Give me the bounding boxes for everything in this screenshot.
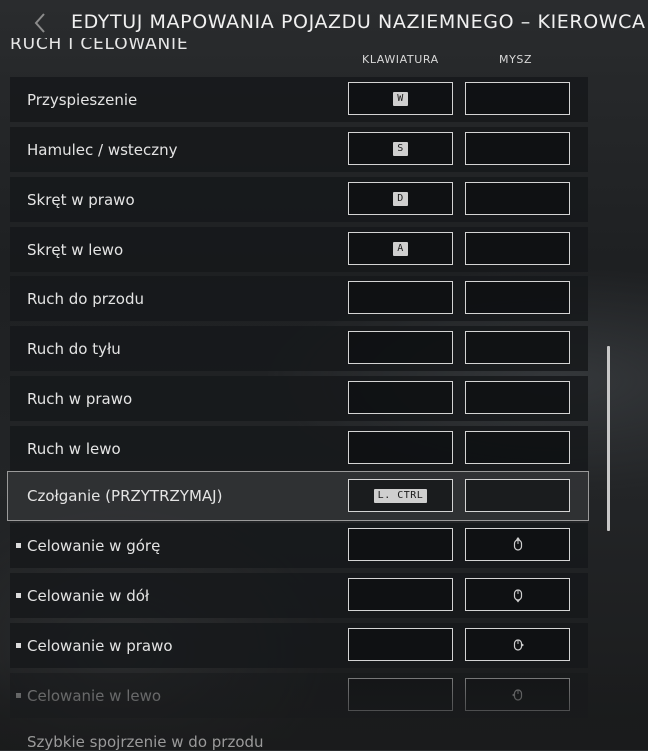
binding-label: Ruch w lewo — [27, 426, 121, 471]
mouse-binding-slot[interactable] — [465, 431, 570, 464]
binding-row[interactable]: Celowanie w górę — [10, 523, 588, 568]
mouse-binding-slot[interactable] — [465, 232, 570, 265]
binding-label-text: Skręt w lewo — [27, 240, 124, 259]
binding-label: Skręt w lewo — [27, 227, 123, 272]
keyboard-binding-slot[interactable] — [348, 431, 453, 464]
binding-row[interactable]: Skręt w lewo A — [10, 227, 588, 272]
binding-label-text: Hamulec / wsteczny — [27, 140, 178, 159]
mouse-binding-slot[interactable] — [465, 381, 570, 414]
binding-label-text: Ruch do tyłu — [27, 339, 121, 358]
binding-label: Przyspieszenie — [27, 77, 137, 122]
binding-label: Celowanie w górę — [16, 523, 161, 568]
keyboard-binding-slot[interactable]: L. CTRL — [348, 479, 453, 512]
mouse-binding-slot[interactable] — [465, 331, 570, 364]
binding-label: Hamulec / wsteczny — [27, 127, 178, 172]
binding-label: Skręt w prawo — [27, 177, 135, 222]
key-cap: A — [393, 241, 408, 256]
binding-label: Ruch do tyłu — [27, 326, 121, 371]
binding-row[interactable]: Ruch w lewo — [10, 426, 588, 471]
binding-row[interactable]: Ruch w prawo — [10, 376, 588, 421]
bullet-icon — [16, 693, 21, 698]
binding-row[interactable]: Czołganie (PRZYTRZYMAJ) L. CTRL — [7, 471, 589, 521]
mouse-binding-slot[interactable] — [465, 281, 570, 314]
column-header-mouse: MYSZ — [499, 53, 533, 66]
key-cap: D — [393, 191, 408, 206]
keyboard-binding-slot[interactable] — [348, 281, 453, 314]
binding-label-text: Celowanie w lewo — [27, 686, 162, 705]
binding-row[interactable]: Hamulec / wsteczny S — [10, 127, 588, 172]
bullet-icon — [16, 643, 21, 648]
binding-label: Ruch w prawo — [27, 376, 132, 421]
binding-row[interactable]: Przyspieszenie W — [10, 77, 588, 122]
key-cap: L. CTRL — [373, 488, 428, 503]
binding-row[interactable]: Celowanie w prawo — [10, 623, 588, 668]
mouse-left-icon — [511, 686, 524, 703]
column-header-keyboard: KLAWIATURA — [362, 53, 439, 66]
binding-label: Celowanie w lewo — [16, 673, 162, 718]
back-chevron-icon[interactable] — [33, 12, 47, 34]
mouse-right-icon — [512, 636, 524, 653]
binding-label-text: Skręt w prawo — [27, 190, 135, 209]
binding-row[interactable]: Ruch do przodu — [10, 276, 588, 321]
binding-label-text: Celowanie w prawo — [27, 636, 173, 655]
bullet-icon — [16, 543, 21, 548]
keyboard-binding-slot[interactable]: A — [348, 232, 453, 265]
binding-label: Ruch do przodu — [27, 276, 144, 321]
mouse-binding-slot[interactable] — [465, 132, 570, 165]
binding-row[interactable]: Celowanie w lewo — [10, 673, 588, 718]
mouse-binding-slot[interactable] — [465, 578, 570, 611]
key-cap: W — [393, 91, 408, 106]
section-title-text: RUCH I CELOWANIE — [10, 38, 189, 54]
binding-label-text: Ruch w lewo — [27, 439, 121, 458]
binding-label: Czołganie (PRZYTRZYMAJ) — [27, 472, 222, 520]
section-title: RUCH I CELOWANIE — [10, 38, 188, 62]
mouse-down-icon — [512, 586, 524, 603]
binding-label-text: Celowanie w górę — [27, 536, 161, 555]
mouse-binding-slot[interactable] — [465, 182, 570, 215]
mouse-binding-slot[interactable] — [465, 678, 570, 711]
keyboard-binding-slot[interactable]: W — [348, 82, 453, 115]
binding-label-text: Ruch w prawo — [27, 389, 133, 408]
binding-label: Celowanie w prawo — [16, 623, 173, 668]
mouse-up-icon — [512, 536, 524, 553]
binding-label-text: Ruch do przodu — [27, 289, 145, 308]
keyboard-binding-slot[interactable] — [348, 678, 453, 711]
key-cap: S — [393, 141, 408, 156]
binding-row[interactable]: Skręt w prawo D — [10, 177, 588, 222]
mouse-binding-slot[interactable] — [465, 628, 570, 661]
keyboard-binding-slot[interactable]: S — [348, 132, 453, 165]
binding-label-text: Przyspieszenie — [27, 90, 138, 109]
keyboard-binding-slot[interactable] — [348, 331, 453, 364]
binding-row[interactable]: Ruch do tyłu — [10, 326, 588, 371]
scrollbar[interactable] — [607, 346, 610, 531]
mouse-binding-slot[interactable] — [465, 528, 570, 561]
keyboard-binding-slot[interactable] — [348, 628, 453, 661]
keyboard-binding-slot[interactable] — [348, 578, 453, 611]
binding-label-text: Czołganie (PRZYTRZYMAJ) — [27, 487, 223, 505]
binding-row[interactable]: Celowanie w dół — [10, 573, 588, 618]
binding-label-text: Celowanie w dół — [27, 586, 150, 605]
keyboard-binding-slot[interactable] — [348, 381, 453, 414]
page-title: EDYTUJ MAPOWANIA POJAZDU NAZIEMNEGO – KI… — [71, 11, 646, 33]
mouse-binding-slot[interactable] — [465, 82, 570, 115]
bullet-icon — [16, 593, 21, 598]
keyboard-binding-slot[interactable]: D — [348, 182, 453, 215]
keyboard-binding-slot[interactable] — [348, 528, 453, 561]
partial-row-label: Szybkie spojrzenie w do przodu — [27, 733, 264, 751]
binding-label: Celowanie w dół — [16, 573, 150, 618]
mouse-binding-slot[interactable] — [465, 479, 570, 512]
